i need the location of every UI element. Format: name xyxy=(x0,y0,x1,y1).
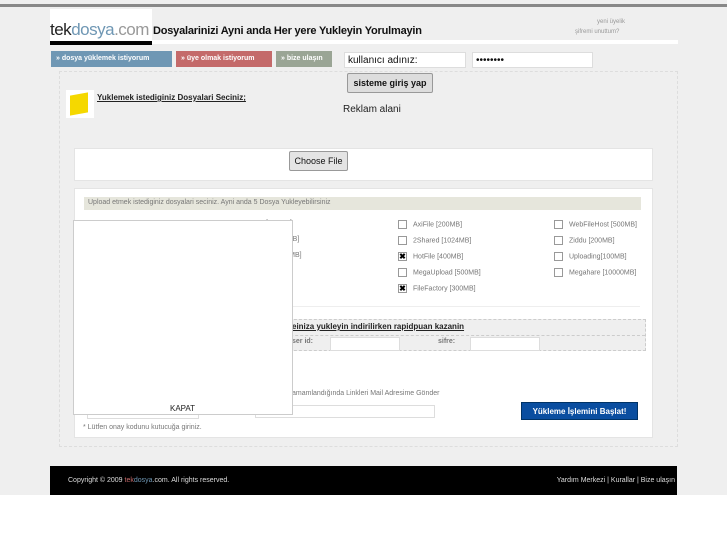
host-label: WebFileHost [500MB] xyxy=(569,221,637,229)
host-label: FileFactory [300MB] xyxy=(413,285,476,293)
password-input[interactable] xyxy=(472,52,593,68)
logo-text: dosya xyxy=(71,20,115,39)
mail-option-label: amamlandığında Linkleri Mail Adresime Gö… xyxy=(292,390,440,397)
choose-file-button[interactable]: Choose File xyxy=(289,151,348,171)
checkbox[interactable] xyxy=(554,252,563,261)
password-label: sifre: xyxy=(438,338,456,345)
host-label: AxiFile [200MB] xyxy=(413,221,463,229)
select-files-title: Yuklemek istediginiz Dosyalari Seciniz; xyxy=(97,93,246,102)
checkbox[interactable] xyxy=(398,236,407,245)
footer: Copyright © 2009 tekdosya.com. All right… xyxy=(50,466,677,495)
user-id-label: ser id: xyxy=(292,338,314,345)
ad-area: Reklam alani xyxy=(343,104,401,115)
checkbox[interactable] xyxy=(554,268,563,277)
logo[interactable]: tekdosya.com xyxy=(50,9,152,45)
host-label: Ziddu [200MB] xyxy=(569,237,615,245)
start-upload-button[interactable]: Yükleme İşlemini Başlat! xyxy=(521,402,638,420)
host-label: HotFile [400MB] xyxy=(413,253,464,261)
username-input[interactable] xyxy=(344,52,466,68)
checkbox[interactable] xyxy=(554,220,563,229)
host-option[interactable]: MegaUpload [500MB] xyxy=(398,268,481,277)
logo-text: tek xyxy=(50,20,72,39)
checkbox[interactable] xyxy=(398,220,407,229)
checkbox[interactable] xyxy=(398,268,407,277)
checkbox[interactable]: ✖ xyxy=(398,252,407,261)
host-label: 2Shared [1024MB] xyxy=(413,237,472,245)
divider xyxy=(292,306,640,307)
file-panel xyxy=(74,148,653,181)
host-option[interactable]: 2Shared [1024MB] xyxy=(398,236,471,245)
popup-close-button[interactable]: KAPAT xyxy=(170,404,195,413)
host-label: MegaUpload [500MB] xyxy=(413,269,481,277)
host-label: Uploading[100MB] xyxy=(569,253,627,261)
host-option[interactable]: Ziddu [200MB] xyxy=(554,236,615,245)
slogan: Dosyalarinizi Ayni anda Her yere Yukleyi… xyxy=(153,25,422,37)
host-option[interactable]: Megahare [10000MB] xyxy=(554,268,636,277)
popup-window xyxy=(73,220,293,415)
divider xyxy=(255,335,645,336)
checkbox[interactable] xyxy=(554,236,563,245)
forgot-password-link[interactable]: şifremi unuttum? xyxy=(575,29,619,35)
host-label: Megahare [10000MB] xyxy=(569,269,637,277)
logo-text: .com xyxy=(114,20,149,39)
host-option[interactable]: WebFileHost [500MB] xyxy=(554,220,637,229)
captcha-note: * Lütfen onay kodunu kutucuğa giriniz. xyxy=(83,424,202,431)
rapidpuan-title: einiza yukleyin indirilirken rapidpuan k… xyxy=(292,322,465,331)
header-divider xyxy=(152,40,678,44)
nav-contact-button[interactable]: » bize ulaşın xyxy=(276,51,332,67)
rapidpuan-password-input[interactable] xyxy=(470,337,540,351)
checkbox[interactable]: ✖ xyxy=(398,284,407,293)
host-option[interactable]: ✖ HotFile [400MB] xyxy=(398,252,463,261)
top-bar xyxy=(0,4,727,7)
copyright: Copyright © 2009 tekdosya.com. All right… xyxy=(68,477,230,484)
nav-upload-button[interactable]: » dosya yüklemek istiyorum xyxy=(51,51,172,67)
host-option[interactable]: ✖ FileFactory [300MB] xyxy=(398,284,476,293)
upload-info: Upload etmek istediginiz dosyalari secin… xyxy=(84,197,641,210)
rapidpuan-user-input[interactable] xyxy=(330,337,400,351)
host-option[interactable]: Uploading[100MB] xyxy=(554,252,627,261)
nav-register-button[interactable]: » üye olmak istiyorum xyxy=(176,51,272,67)
footer-links[interactable]: Yardım Merkezi | Kurallar | Bize ulaşın xyxy=(557,477,675,484)
login-button[interactable]: sisteme giriş yap xyxy=(347,73,433,93)
new-member-link[interactable]: yeni üyelik xyxy=(597,19,625,25)
folder-icon xyxy=(66,90,94,118)
host-option[interactable]: AxiFile [200MB] xyxy=(398,220,462,229)
